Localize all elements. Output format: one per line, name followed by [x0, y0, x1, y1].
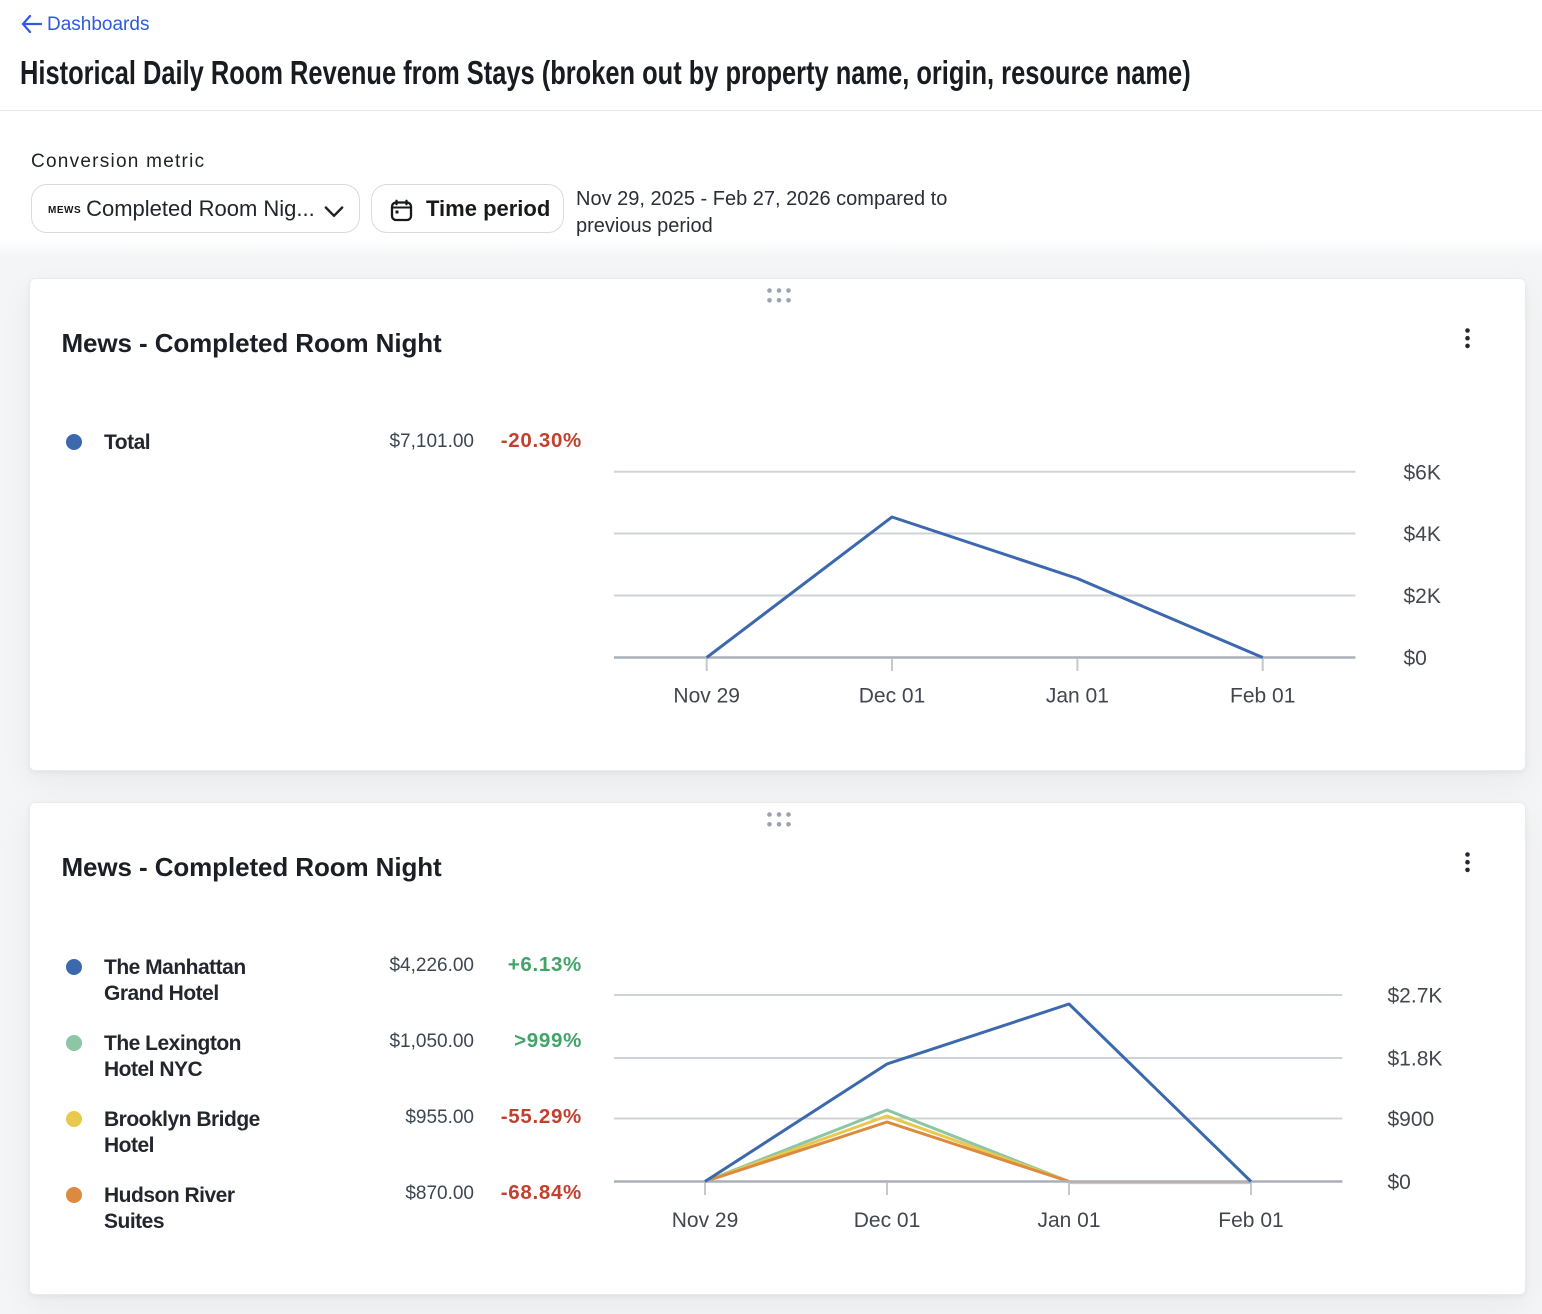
svg-text:$2.7K: $2.7K [1388, 985, 1443, 1008]
svg-text:$900: $900 [1388, 1108, 1435, 1131]
svg-text:Jan 01: Jan 01 [1037, 1209, 1100, 1232]
svg-text:Dec 01: Dec 01 [854, 1209, 921, 1232]
svg-text:Dec 01: Dec 01 [859, 685, 926, 708]
svg-text:$4K: $4K [1404, 523, 1441, 546]
svg-text:$2K: $2K [1404, 585, 1441, 608]
svg-text:$0: $0 [1388, 1171, 1411, 1194]
svg-text:Jan 01: Jan 01 [1046, 685, 1109, 708]
svg-text:$6K: $6K [1404, 461, 1441, 484]
svg-text:$0: $0 [1404, 647, 1427, 670]
svg-text:$1.8K: $1.8K [1388, 1048, 1443, 1071]
svg-text:Feb 01: Feb 01 [1218, 1209, 1283, 1232]
svg-text:Nov 29: Nov 29 [673, 685, 740, 708]
svg-text:Feb 01: Feb 01 [1230, 685, 1295, 708]
svg-text:Nov 29: Nov 29 [672, 1209, 739, 1232]
